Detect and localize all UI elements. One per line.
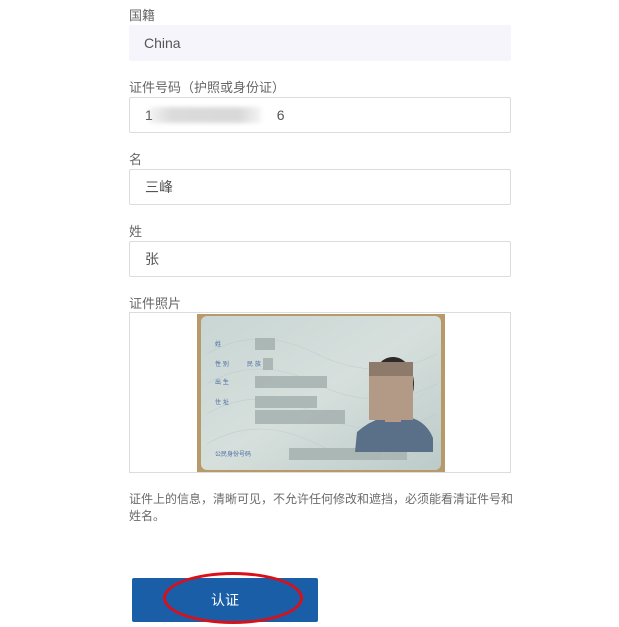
verification-form: 国籍 China 证件号码（护照或身份证） 16 名 三峰 姓 张 证件照片 bbox=[0, 0, 619, 627]
card-field-label: 住 址 bbox=[215, 398, 229, 406]
id-photo-upload[interactable]: 姓 性 别 民 族 出 生 住 址 公民身份号码 bbox=[129, 312, 511, 473]
id-number-label: 证件号码（护照或身份证） bbox=[129, 80, 286, 95]
nationality-field: China bbox=[129, 25, 511, 61]
id-photo-label: 证件照片 bbox=[129, 296, 182, 311]
card-id-label: 公民身份号码 bbox=[215, 450, 251, 458]
card-field-label: 姓 bbox=[215, 340, 221, 348]
photo-requirement-note: 证件上的信息，清晰可见，不允许任何修改和遮挡，必须能看清证件号和姓名。 bbox=[129, 492, 514, 523]
last-name-input[interactable]: 张 bbox=[129, 241, 511, 277]
id-number-value: 16 bbox=[145, 98, 285, 132]
redaction-blur bbox=[149, 107, 261, 123]
verify-button[interactable]: 认证 bbox=[132, 578, 318, 622]
id-number-input[interactable]: 16 bbox=[129, 97, 511, 133]
nationality-label: 国籍 bbox=[129, 8, 156, 23]
last-name-label: 姓 bbox=[129, 224, 143, 239]
card-field-label: 性 别 bbox=[215, 360, 229, 368]
card-field-label: 出 生 bbox=[215, 378, 229, 386]
id-card-photo: 姓 性 别 民 族 出 生 住 址 公民身份号码 bbox=[197, 314, 445, 472]
first-name-label: 名 bbox=[129, 152, 143, 167]
first-name-input[interactable]: 三峰 bbox=[129, 169, 511, 205]
card-field-label: 民 族 bbox=[247, 360, 261, 368]
